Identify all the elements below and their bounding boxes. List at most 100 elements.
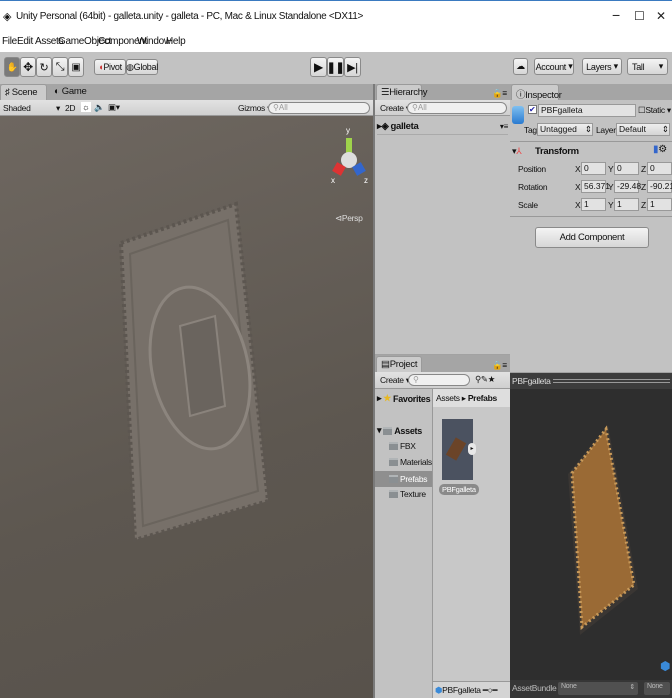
- maximize-button[interactable]: ☐: [634, 9, 645, 23]
- layer-dropdown[interactable]: Default ⇕: [616, 123, 670, 136]
- tree-folder-materials[interactable]: Materials: [389, 457, 432, 467]
- scene-toolbar: Shaded ▾ 2D ☼ 🔈 ▣▾ Gizmos ▾ ⚲All: [0, 100, 373, 116]
- shading-dropdown[interactable]: Shaded: [3, 103, 31, 113]
- cookie-thumbnail: [445, 437, 467, 461]
- transform-foldout-icon[interactable]: ▾⅄: [512, 146, 522, 157]
- global-button[interactable]: ◍ Global: [126, 59, 158, 75]
- cookie-model: [118, 201, 271, 543]
- rect-tool-icon[interactable]: ▣: [68, 57, 84, 77]
- game-icon: ◐: [54, 86, 60, 97]
- move-tool-icon[interactable]: ✥: [20, 57, 36, 77]
- tag-dropdown[interactable]: Untagged ⇕: [537, 123, 593, 136]
- scale-tool-icon[interactable]: ⤡: [52, 57, 68, 77]
- globe-icon: ◍: [126, 61, 134, 72]
- window-title: Unity Personal (64bit) - galleta.unity -…: [16, 11, 364, 22]
- account-dropdown[interactable]: Account ▾: [534, 58, 574, 75]
- hierarchy-toolbar: Create ▾ ⚲All: [375, 100, 510, 116]
- component-settings-icon[interactable]: ▮⚙: [653, 144, 667, 155]
- persp-label[interactable]: ⊲Persp: [335, 213, 363, 224]
- hierarchy-panel: ▸◈ galleta ▾≡: [375, 116, 510, 354]
- hierarchy-create-button[interactable]: Create ▾: [380, 103, 410, 114]
- layer-label: Layer: [596, 125, 616, 135]
- tab-inspector[interactable]: ⓘInspector: [511, 84, 562, 101]
- static-checkbox[interactable]: ☐Static ▾: [638, 105, 671, 116]
- scene-search-input[interactable]: ⚲All: [268, 102, 370, 114]
- expand-prefab-icon[interactable]: ▸: [468, 443, 476, 455]
- audio-toggle-icon[interactable]: 🔈: [94, 102, 105, 113]
- hierarchy-item-galleta[interactable]: ▸◈ galleta ▾≡: [377, 119, 508, 135]
- layout-dropdown[interactable]: Tall ▾: [627, 58, 668, 75]
- main-toolbar: ✋ ✥ ↻ ⤡ ▣ ◖ Pivot ◍ Global ▶ ❚❚ ▶| ☁ Accou…: [0, 52, 672, 84]
- step-button[interactable]: ▶|: [344, 57, 361, 77]
- rotate-tool-icon[interactable]: ↻: [36, 57, 52, 77]
- active-checkbox[interactable]: ✔: [528, 105, 537, 114]
- scale-y-field[interactable]: 1: [614, 198, 639, 211]
- zoom-slider[interactable]: ━○━: [483, 685, 498, 695]
- tree-favorites[interactable]: ▸ ★ Favorites: [377, 393, 431, 404]
- scale-z-field[interactable]: 1: [647, 198, 672, 211]
- tree-folder-texture[interactable]: Texture: [389, 489, 426, 499]
- effects-toggle-icon[interactable]: ▣▾: [108, 102, 120, 113]
- add-component-button[interactable]: Add Component: [535, 227, 649, 248]
- play-button[interactable]: ▶: [310, 57, 327, 77]
- 2d-toggle[interactable]: 2D: [65, 103, 76, 113]
- pivot-button[interactable]: ◖ Pivot: [94, 59, 126, 75]
- hierarchy-search-input[interactable]: ⚲All: [407, 102, 507, 114]
- scene-view[interactable]: y x z ⊲Persp: [0, 116, 373, 698]
- preview-cookie: [568, 425, 638, 635]
- scene-gizmo[interactable]: y x z: [330, 124, 370, 194]
- tab-project[interactable]: ▤Project: [376, 356, 422, 372]
- panel-menu-icon[interactable]: 🔒≡: [492, 88, 507, 99]
- transform-header: Transform: [535, 146, 579, 157]
- tab-scene[interactable]: ♯ Scene: [0, 84, 47, 100]
- tab-hierarchy[interactable]: ☰Hierarchy: [376, 84, 427, 100]
- hand-tool-icon[interactable]: ✋: [4, 57, 20, 77]
- project-toolbar: Create ▾ ⚲ ⚲✎★: [375, 372, 510, 389]
- scene-grid-icon: ♯: [5, 87, 10, 98]
- gizmos-dropdown[interactable]: Gizmos ▾: [238, 103, 271, 114]
- project-create-button[interactable]: Create ▾: [380, 375, 410, 386]
- menu-help[interactable]: Help: [166, 36, 186, 47]
- project-panel: Create ▾ ⚲ ⚲✎★ ▸ ★ Favorites ▾ Assets FBX M…: [375, 372, 511, 698]
- assetbundle-bar: AssetBundle None ⇕ None: [510, 680, 672, 698]
- close-button[interactable]: ✕: [656, 9, 666, 23]
- tree-folder-prefabs[interactable]: Prefabs: [375, 471, 432, 487]
- project-content: Assets ▸ Prefabs ▸ PBFgalleta ⬢PBFgallet…: [432, 389, 511, 698]
- position-y-field[interactable]: 0: [614, 162, 639, 175]
- filter-icons[interactable]: ⚲✎★: [475, 374, 495, 385]
- cloud-button[interactable]: ☁: [513, 58, 528, 75]
- panel-menu-icon[interactable]: 🔒≡: [492, 360, 507, 371]
- preview-object-icon: ⬢: [660, 659, 671, 673]
- project-breadcrumb: Assets ▸ Prefabs: [433, 389, 511, 407]
- variant-dropdown[interactable]: None: [644, 682, 670, 695]
- rotation-y-field[interactable]: -29.48: [614, 180, 641, 193]
- project-footer: ⬢PBFgalleta ━○━: [433, 681, 511, 698]
- object-name-field[interactable]: PBFgalleta: [538, 104, 636, 117]
- preview-panel: PBFgalleta ⬢ AssetBundle None ⇕ None: [510, 373, 672, 698]
- tag-label: Tag: [524, 125, 537, 135]
- pause-button[interactable]: ❚❚: [327, 57, 345, 77]
- asset-label[interactable]: PBFgalleta: [439, 484, 479, 495]
- rotation-z-field[interactable]: -90.214: [647, 180, 672, 193]
- title-bar: ◈ Unity Personal (64bit) - galleta.unity…: [0, 0, 672, 32]
- rotation-x-field[interactable]: 56.371: [581, 180, 610, 193]
- menu-bar: File Edit Assets GameObject Component Wi…: [0, 32, 672, 52]
- assetbundle-dropdown[interactable]: None ⇕: [558, 682, 638, 695]
- scale-x-field[interactable]: 1: [581, 198, 606, 211]
- divider: [510, 216, 672, 217]
- tab-game[interactable]: ◐ Game: [50, 84, 90, 100]
- position-x-field[interactable]: 0: [581, 162, 606, 175]
- layers-dropdown[interactable]: Layers ▾: [582, 58, 622, 75]
- tree-folder-fbx[interactable]: FBX: [389, 441, 416, 451]
- inspector-panel: ✔ PBFgalleta ☐Static ▾ Tag Untagged ⇕ Lay…: [510, 100, 672, 372]
- preview-header[interactable]: PBFgalleta: [510, 373, 672, 389]
- position-z-field[interactable]: 0: [647, 162, 672, 175]
- minimize-button[interactable]: −: [612, 7, 620, 23]
- menu-edit[interactable]: Edit: [17, 36, 33, 47]
- project-tree: ▸ ★ Favorites ▾ Assets FBX Materials Prefab…: [375, 389, 432, 698]
- lighting-toggle-icon[interactable]: ☼: [81, 102, 91, 112]
- tree-assets[interactable]: ▾ Assets: [377, 425, 422, 436]
- menu-file[interactable]: File: [2, 36, 17, 47]
- divider: [510, 141, 672, 142]
- project-search-input[interactable]: ⚲: [408, 374, 470, 386]
